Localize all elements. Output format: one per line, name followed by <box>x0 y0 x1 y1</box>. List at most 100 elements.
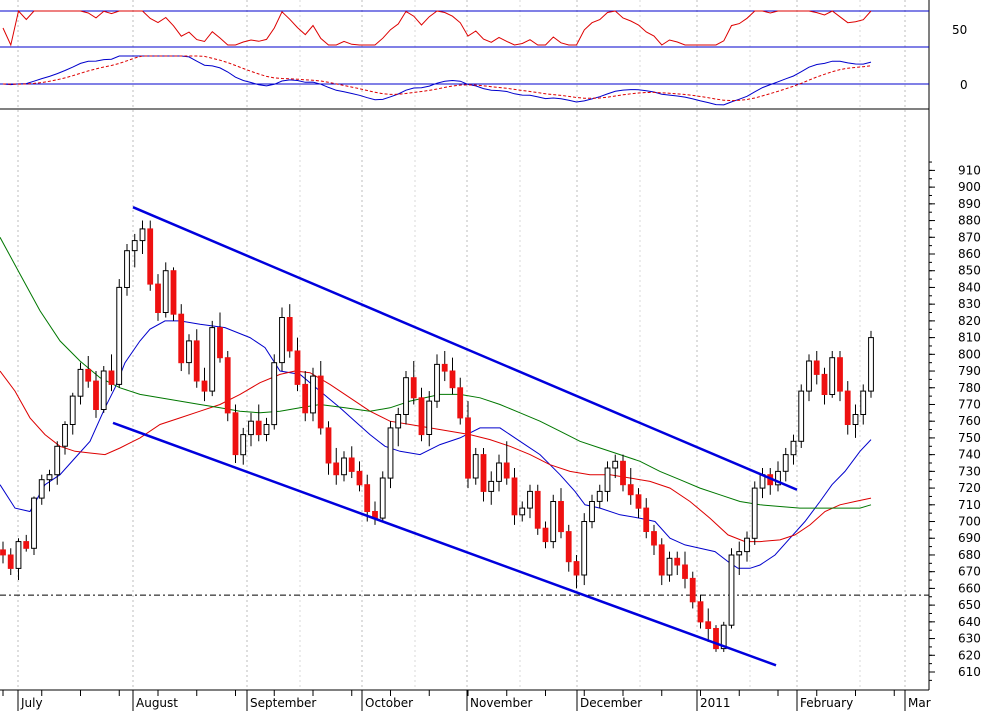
price-tick-label: 900 <box>958 180 981 194</box>
month-label: October <box>365 696 413 710</box>
candle-up <box>310 375 316 414</box>
candle-down <box>465 417 471 479</box>
candle-down <box>449 370 456 389</box>
month-label: July <box>20 696 43 710</box>
price-tick-label: 710 <box>958 498 981 512</box>
candle-down <box>682 564 688 579</box>
candle-down <box>108 370 115 385</box>
candle-up <box>139 228 146 242</box>
candle-down <box>643 507 650 533</box>
candle-up <box>829 357 836 396</box>
candle-down <box>697 601 704 623</box>
candle-up <box>527 490 533 509</box>
month-label: November <box>470 696 532 710</box>
candle-up <box>387 427 394 479</box>
candle-up <box>604 467 611 492</box>
candle-down <box>627 484 634 496</box>
candle-up <box>100 370 107 410</box>
candle-down <box>457 387 464 419</box>
candle-down <box>356 470 363 486</box>
candle-down <box>705 621 712 629</box>
candle-up <box>403 377 409 416</box>
candle-up <box>666 557 673 576</box>
candle-down <box>658 544 665 576</box>
month-label: September <box>250 696 316 710</box>
candle-down <box>7 554 14 569</box>
candle-up <box>248 420 254 436</box>
candle-up <box>271 362 278 426</box>
candle-down <box>23 541 30 549</box>
candle-up <box>240 434 247 456</box>
candle-up <box>434 363 440 402</box>
candle-down <box>844 390 851 426</box>
macd-tick-label: 0 <box>960 78 968 92</box>
candle-down <box>534 490 541 529</box>
candle-up <box>69 395 76 426</box>
candle-up <box>751 487 758 539</box>
price-tick-label: 860 <box>958 247 981 261</box>
candle-up <box>860 390 867 416</box>
candle-up <box>488 480 495 492</box>
candle-up <box>612 460 619 469</box>
price-tick-label: 790 <box>958 364 981 378</box>
month-label: 2011 <box>700 696 731 710</box>
candle-down <box>620 460 626 486</box>
candle-up <box>54 445 61 476</box>
candle-down <box>511 477 518 516</box>
candle-up <box>209 327 216 392</box>
candle-down <box>155 283 161 314</box>
candle-up <box>116 286 123 385</box>
candle-up <box>581 521 588 576</box>
candle-up <box>31 497 37 549</box>
candle-up <box>852 414 859 425</box>
candle-up <box>279 317 285 364</box>
candle-down <box>224 357 231 414</box>
candle-down <box>348 457 355 472</box>
candle-up <box>798 390 805 442</box>
candle-down <box>837 357 843 392</box>
candle-up <box>379 477 386 519</box>
candle-up <box>728 554 735 626</box>
price-tick-label: 890 <box>958 197 981 211</box>
candle-up <box>519 507 526 516</box>
price-tick-label: 850 <box>958 264 981 278</box>
price-tick-label: 660 <box>958 581 981 595</box>
candle-down <box>565 531 572 563</box>
candle-down <box>170 270 177 315</box>
candle-down <box>813 360 820 375</box>
candle-down <box>325 427 332 464</box>
candle-down <box>821 373 828 395</box>
price-tick-label: 870 <box>958 230 981 244</box>
candle-up <box>38 479 45 499</box>
price-tick-label: 630 <box>958 632 981 646</box>
price-tick-label: 740 <box>958 448 981 462</box>
candle-down <box>255 420 262 436</box>
price-tick-label: 800 <box>958 347 981 361</box>
candle-down <box>193 340 200 382</box>
candle-down <box>689 577 696 603</box>
month-label: December <box>580 696 642 710</box>
price-tick-label: 620 <box>958 648 981 662</box>
price-tick-label: 770 <box>958 397 981 411</box>
candle-up <box>341 457 347 476</box>
price-tick-label: 750 <box>958 431 981 445</box>
candle-down <box>635 494 642 509</box>
candle-down <box>441 363 448 372</box>
month-label: August <box>136 696 178 710</box>
price-tick-label: 690 <box>958 531 981 545</box>
candle-down <box>0 549 6 556</box>
candle-up <box>596 490 603 502</box>
price-tick-label: 730 <box>958 464 981 478</box>
price-tick-label: 830 <box>958 297 981 311</box>
candle-up <box>806 360 812 392</box>
price-tick-label: 880 <box>958 214 981 228</box>
candle-up <box>550 501 557 543</box>
candle-down <box>542 527 549 543</box>
candle-down <box>480 454 487 492</box>
candle-up <box>744 537 750 553</box>
candle-down <box>410 377 417 399</box>
candle-down <box>147 228 154 285</box>
candle-down <box>178 313 185 364</box>
candle-up <box>124 250 130 288</box>
candle-down <box>201 380 208 392</box>
